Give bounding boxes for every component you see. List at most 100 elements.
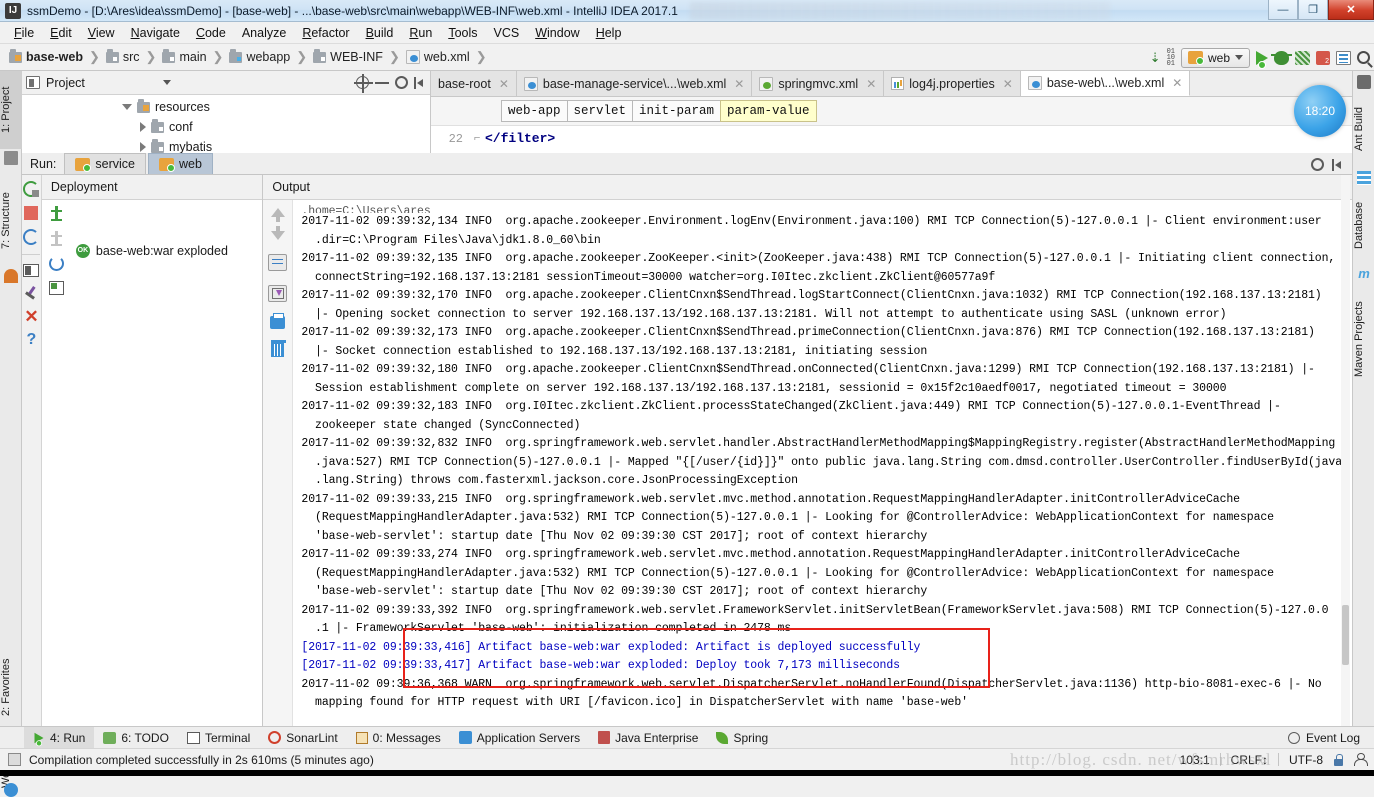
deploy-icon[interactable]	[49, 281, 65, 295]
menu-vcs[interactable]: VCS	[486, 23, 528, 43]
breadcrumb-item-webinf[interactable]: WEB-INF	[310, 48, 386, 66]
chevron-down-icon[interactable]	[122, 104, 132, 110]
tab-springmvc-xml[interactable]: springmvc.xml ✕	[752, 71, 885, 96]
coverage-icon[interactable]	[1295, 50, 1310, 65]
console-output[interactable]: .home=C:\Users\ares 2017-11-02 09:39:32,1…	[293, 200, 1352, 726]
sidebar-item-ant-build[interactable]: Ant Build	[1353, 93, 1374, 165]
scrollbar-thumb[interactable]	[1342, 605, 1349, 665]
gear-icon[interactable]	[395, 76, 408, 89]
breadcrumb-chip-param-value[interactable]: param-value	[720, 100, 817, 122]
menu-analyze[interactable]: Analyze	[234, 23, 294, 43]
chevron-down-icon[interactable]	[162, 80, 171, 85]
database-icon[interactable]	[1336, 50, 1351, 65]
tree-item-conf[interactable]: conf	[22, 117, 430, 137]
run-tab-web[interactable]: web	[148, 153, 213, 174]
minimize-button[interactable]: —	[1268, 0, 1298, 20]
menu-help[interactable]: Help	[588, 23, 630, 43]
scroll-to-end-icon[interactable]	[268, 285, 288, 302]
tree-item-resources[interactable]: resources	[22, 97, 430, 117]
menu-window[interactable]: Window	[527, 23, 587, 43]
redeploy-icon[interactable]	[49, 206, 64, 221]
bottom-tab-spring[interactable]: Spring	[707, 727, 777, 748]
menu-run[interactable]: Run	[401, 23, 440, 43]
sidebar-item-maven-projects[interactable]: Maven Projects	[1353, 285, 1374, 393]
tab-base-web-web-xml[interactable]: base-web\...\web.xml ✕	[1020, 71, 1191, 96]
undeploy-icon[interactable]	[49, 231, 64, 246]
soft-wrap-icon[interactable]	[268, 254, 288, 271]
sidebar-item-structure[interactable]: 7: Structure	[0, 175, 22, 267]
download-arrow-icon[interactable]: ⇣	[1150, 50, 1161, 66]
run-configuration-selector[interactable]: web	[1180, 47, 1250, 68]
update-icon[interactable]	[49, 256, 65, 271]
status-toggle-icon[interactable]	[8, 753, 21, 766]
stop-icon[interactable]: 2	[1316, 50, 1330, 65]
close-button[interactable]: ✕	[1328, 0, 1374, 20]
chevron-right-icon[interactable]	[140, 122, 146, 132]
help-icon[interactable]: ?	[27, 332, 37, 348]
breadcrumb-chip-servlet[interactable]: servlet	[566, 100, 634, 122]
close-icon[interactable]: ✕	[734, 77, 744, 91]
maximize-button[interactable]: ❐	[1298, 0, 1328, 20]
hector-icon[interactable]	[1354, 753, 1368, 766]
stop-icon[interactable]	[24, 206, 39, 220]
restart-icon[interactable]	[23, 229, 40, 245]
run-tab-service[interactable]: service	[64, 153, 146, 174]
rerun-icon[interactable]	[23, 181, 40, 197]
bottom-tab-java-enterprise[interactable]: Java Enterprise	[589, 727, 707, 748]
close-icon[interactable]: ✕	[1003, 77, 1013, 91]
down-arrow-icon[interactable]	[270, 226, 285, 240]
event-log-button[interactable]: Event Log	[1287, 731, 1374, 745]
layout-icon[interactable]	[23, 264, 40, 277]
fold-marker-icon[interactable]: ⌐	[469, 133, 485, 145]
breadcrumb-item-module[interactable]: base-web	[6, 48, 86, 66]
sidebar-item-favorites[interactable]: 2: Favorites	[0, 641, 22, 733]
run-icon[interactable]	[1256, 50, 1268, 69]
line-separator[interactable]: CRLF↕	[1231, 753, 1268, 767]
chevron-right-icon[interactable]	[140, 142, 146, 152]
menu-edit[interactable]: Edit	[42, 23, 80, 43]
gear-icon[interactable]	[1311, 158, 1324, 171]
sidebar-item-project[interactable]: 1: Project	[0, 71, 22, 149]
menu-tools[interactable]: Tools	[440, 23, 485, 43]
encoding[interactable]: UTF-8	[1289, 753, 1323, 767]
hide-icon[interactable]	[414, 76, 426, 89]
breadcrumb-item-main[interactable]: main	[159, 48, 209, 66]
bottom-tab-todo[interactable]: 6: TODO	[94, 727, 178, 748]
breadcrumb-chip-init-param[interactable]: init-param	[632, 100, 722, 122]
bottom-tab-run[interactable]: 4: Run	[24, 727, 95, 748]
tab-base-root[interactable]: base-root ✕	[431, 71, 517, 96]
menu-view[interactable]: View	[80, 23, 123, 43]
up-arrow-icon[interactable]	[270, 208, 285, 217]
caret-position[interactable]: 103:1	[1180, 753, 1210, 767]
target-icon[interactable]	[354, 74, 373, 93]
collapse-all-icon[interactable]	[375, 76, 389, 89]
debug-icon[interactable]	[1271, 50, 1292, 65]
hide-icon[interactable]	[1332, 158, 1344, 171]
bottom-tab-terminal[interactable]: Terminal	[178, 727, 259, 748]
breadcrumb-chip-web-app[interactable]: web-app	[501, 100, 568, 122]
pin-icon[interactable]	[24, 286, 39, 301]
clear-all-icon[interactable]	[271, 340, 287, 357]
code-text[interactable]: </filter>	[485, 131, 555, 146]
tab-log4j-properties[interactable]: log4j.properties ✕	[884, 71, 1021, 96]
lock-icon[interactable]	[1333, 753, 1344, 766]
bottom-tab-application-servers[interactable]: Application Servers	[450, 727, 589, 748]
menu-build[interactable]: Build	[358, 23, 402, 43]
menu-code[interactable]: Code	[188, 23, 234, 43]
tab-base-manage-service-web-xml[interactable]: base-manage-service\...\web.xml ✕	[516, 71, 753, 96]
breadcrumb-item-webapp[interactable]: webapp	[226, 48, 293, 66]
deployment-artifact-item[interactable]: OK base-web:war exploded	[72, 200, 228, 295]
menu-navigate[interactable]: Navigate	[123, 23, 188, 43]
breadcrumb-item-src[interactable]: src	[103, 48, 143, 66]
bottom-tab-messages[interactable]: 0: Messages	[347, 727, 450, 748]
close-icon[interactable]: ✕	[499, 77, 509, 91]
breadcrumb-item-file[interactable]: web.xml	[403, 48, 473, 66]
close-icon[interactable]: ✕	[1172, 76, 1182, 90]
bottom-tab-sonarlint[interactable]: SonarLint	[259, 727, 346, 748]
menu-file[interactable]: File	[6, 23, 42, 43]
console-scrollbar[interactable]	[1341, 175, 1350, 726]
close-icon[interactable]: ✕	[24, 308, 38, 325]
print-icon[interactable]	[270, 313, 286, 329]
search-everywhere-icon[interactable]	[1357, 51, 1370, 64]
menu-refactor[interactable]: Refactor	[294, 23, 357, 43]
